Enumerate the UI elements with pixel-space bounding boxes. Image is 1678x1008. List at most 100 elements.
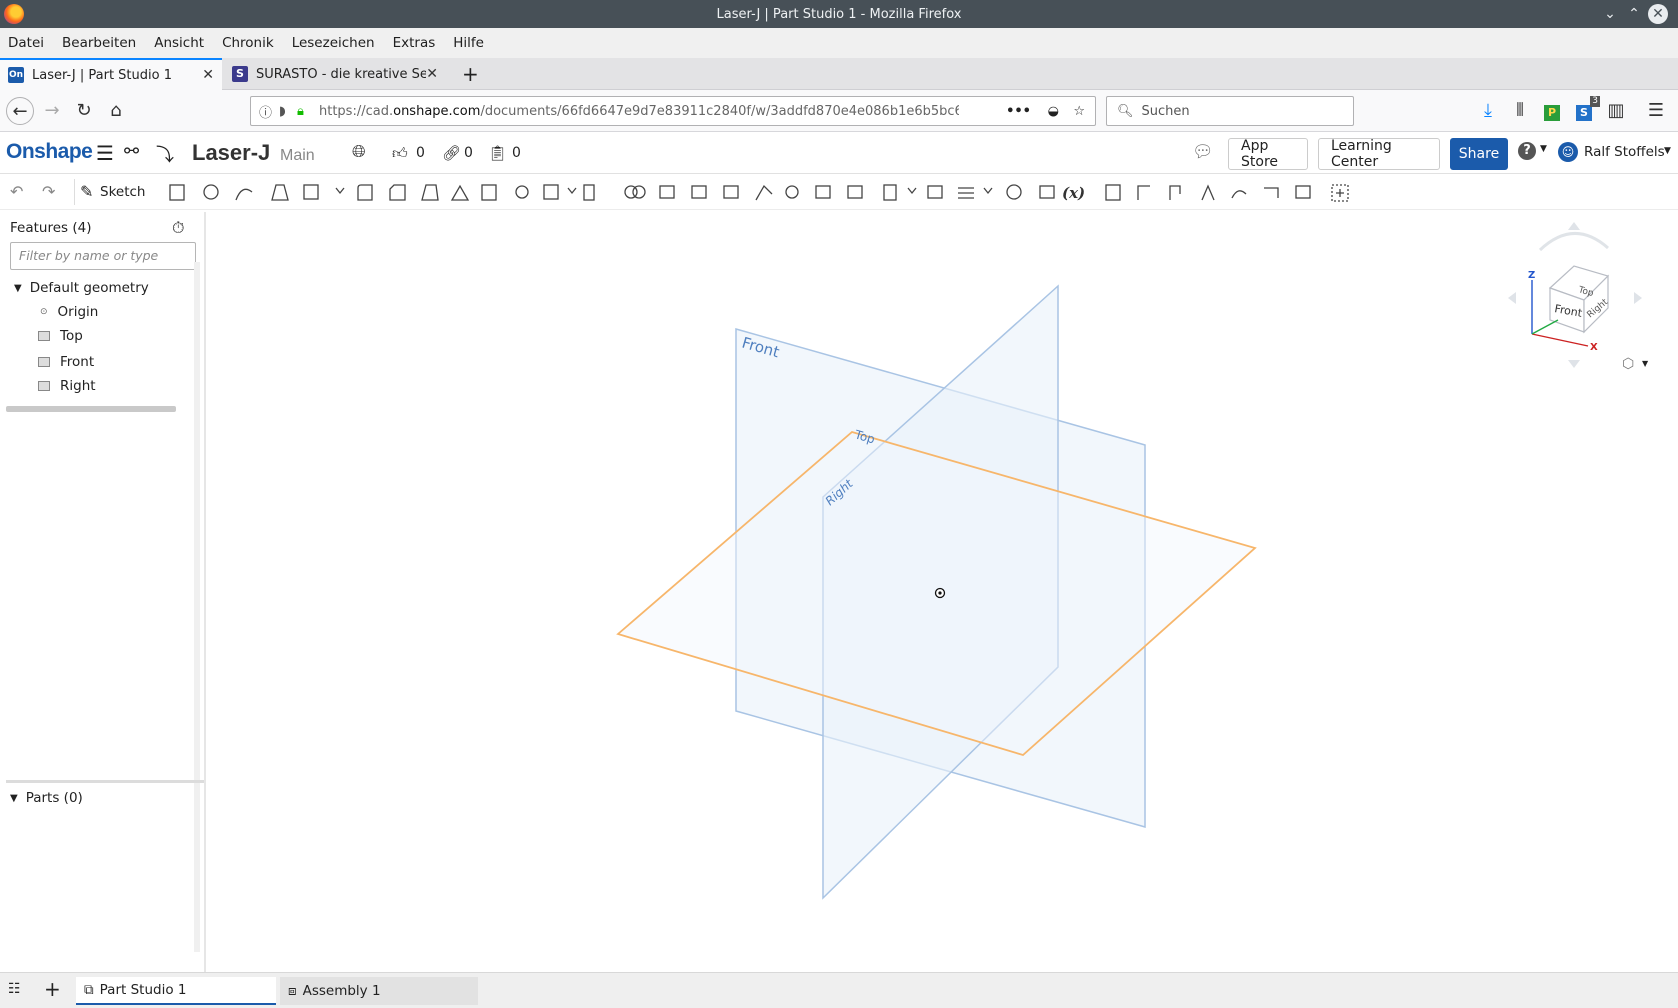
tab-manager-icon[interactable]: ☷ [8,981,21,997]
sketch-button[interactable]: Sketch [100,184,145,200]
close-tab-icon[interactable]: ✕ [426,66,438,82]
minimize-icon[interactable]: ⌄ [1600,4,1620,24]
menu-chronik[interactable]: Chronik [222,35,274,51]
feature-label: Front [60,354,95,370]
downloads-icon[interactable]: ⤓ [1474,97,1502,125]
menu-bearbeiten[interactable]: Bearbeiten [62,35,136,51]
rollback-timer-icon[interactable]: ⏱︎ [172,218,184,238]
address-bar[interactable]: ⓘ ◗ 🔒︎ https://cad.onshape.com/documents… [250,96,1096,126]
menu-ansicht[interactable]: Ansicht [154,35,204,51]
redo-icon[interactable]: ↷ [42,182,64,204]
like-icon[interactable]: 👍︎ [392,144,408,163]
default-geometry-group[interactable]: ▼ Default geometry [14,280,149,296]
insert-icon[interactable]: ⤵ [156,141,174,167]
user-chevron-icon[interactable]: ▼ [1664,146,1671,156]
feature-filter-input[interactable]: Filter by name or type [10,242,196,270]
pocket-icon[interactable]: ◒ [1048,104,1059,119]
planes-canvas[interactable]: Front Top Right [208,212,1678,972]
new-tab-button[interactable]: + [454,58,484,90]
tab-label: Part Studio 1 [99,982,187,998]
onshape-logo[interactable]: Onshape [6,140,93,164]
menu-lesezeichen[interactable]: Lesezeichen [292,35,375,51]
menu-extras[interactable]: Extras [393,35,436,51]
transform-icon [691,185,707,199]
feature-right-plane[interactable]: Right [38,378,96,394]
page-actions-icon[interactable]: ••• [1006,104,1031,119]
close-tab-icon[interactable]: ✕ [202,67,214,83]
plane-icon [38,357,50,367]
extension-p-icon[interactable]: P [1538,97,1566,125]
search-input[interactable]: 🔍︎ Suchen [1106,96,1354,126]
shield-icon[interactable]: ◗ [279,104,286,119]
delete-part-icon [723,185,739,199]
graphics-viewport[interactable]: Front Top Right Top Front Right Z X ⬡ ▼ [208,212,1678,972]
copy-icon[interactable]: 📋︎ [488,144,507,162]
home-icon[interactable]: ⌂ [102,97,130,125]
view-options-icon[interactable]: ⬡ [1622,356,1634,372]
toolbar-icons[interactable]: (x) [160,180,1460,206]
mate-connector-icon [1006,184,1022,200]
sketch-icon[interactable]: ✎ [80,182,102,204]
parts-label: Parts (0) [25,790,83,806]
undo-icon[interactable]: ↶ [10,182,32,204]
menu-bar: Datei Bearbeiten Ansicht Chronik Lesezei… [0,28,1678,58]
close-window-icon[interactable]: ✕ [1648,4,1668,24]
menu-hilfe[interactable]: Hilfe [453,35,484,51]
versions-icon[interactable]: ⚯ [124,141,139,162]
user-name[interactable]: Ralf Stoffels [1584,144,1665,160]
add-element-icon[interactable]: + [44,977,61,1001]
reload-icon[interactable]: ↻ [70,97,98,125]
link-count: 0 [464,145,473,161]
menu-datei[interactable]: Datei [8,35,44,51]
user-avatar-icon[interactable]: ☺ [1558,142,1578,162]
bend-icon [1231,190,1247,199]
back-icon[interactable]: ← [6,97,34,125]
hamburger-menu-icon[interactable]: ☰ [1642,97,1670,125]
surasto-favicon-icon: S [232,66,248,82]
toolbar-divider [74,179,75,205]
url-text: https://cad.onshape.com/documents/66fd66… [319,103,959,119]
tab-assembly-1[interactable]: ⧈ Assembly 1 [280,977,478,1005]
features-title: Features (4) [10,220,92,236]
branch-name[interactable]: Main [280,147,315,165]
chevron-down-icon[interactable]: ▼ [14,283,22,294]
learning-center-button[interactable]: Learning Center [1318,138,1440,170]
document-name[interactable]: Laser-J [192,140,270,166]
extension-s-icon[interactable]: S3 [1570,96,1600,125]
tab-label: Laser-J | Part Studio 1 [32,67,172,83]
origin-point[interactable] [934,587,946,599]
help-icon[interactable]: ? [1518,142,1536,160]
chevron-down-icon[interactable]: ▼ [1642,359,1648,368]
sidebar-icon[interactable]: ▥ [1602,97,1630,125]
feature-front-plane[interactable]: Front [38,354,94,370]
view-cube[interactable]: Top Front Right Z X [1498,220,1658,370]
app-store-button[interactable]: App Store [1228,138,1308,170]
copy-count: 0 [512,145,521,161]
extrude-icon [169,184,185,201]
tab-laser-j[interactable]: On Laser-J | Part Studio 1 ✕ [0,58,222,90]
chevron-down-icon[interactable]: ▼ [10,793,18,804]
library-icon[interactable]: ⫴ [1506,97,1534,125]
link-icon[interactable]: 🔗︎ [442,144,461,162]
plane-icon [38,381,50,391]
feature-top-plane[interactable]: Top [38,328,83,344]
menu-icon[interactable]: ☰ [96,141,114,165]
tab-surasto[interactable]: S SURASTO - die kreative Seit ✕ [224,58,446,90]
tab-part-studio-1[interactable]: ⧉ Part Studio 1 [76,977,276,1005]
chevron-down-icon[interactable]: ▼ [1540,144,1547,154]
vertical-scrollbar[interactable] [194,262,200,952]
feature-origin[interactable]: ⊙ Origin [40,304,98,320]
maximize-icon[interactable]: ⌃ [1624,4,1644,24]
feature-list-scrollbar[interactable] [6,406,176,412]
bookmark-star-icon[interactable]: ☆ [1073,104,1085,119]
z-axis-label: Z [1528,270,1535,281]
view-right-arrow-icon [1634,292,1642,304]
panel-divider[interactable] [6,780,204,783]
parts-group[interactable]: ▼ Parts (0) [10,790,83,806]
helix-icon [958,187,974,199]
share-button[interactable]: Share [1450,138,1508,170]
info-icon[interactable]: ⓘ [259,102,272,121]
globe-icon[interactable]: 🌐︎ [352,142,366,162]
comments-icon[interactable]: 💬︎ [1192,142,1214,162]
forward-icon[interactable]: → [38,97,66,125]
